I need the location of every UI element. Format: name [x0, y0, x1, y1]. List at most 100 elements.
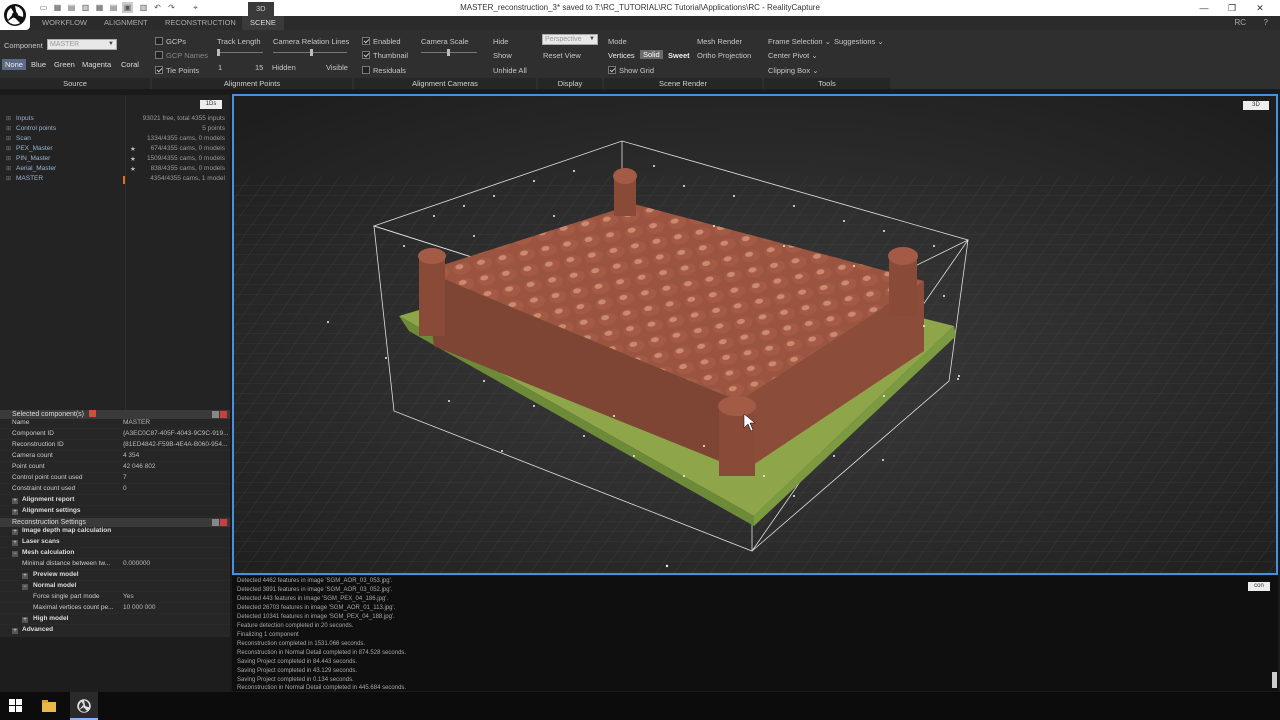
tree-item-pin-master[interactable]: ⊞ PIN_Master ★ 1509/4355 cams, 0 models [0, 155, 230, 165]
enabled-toggle[interactable]: Enabled [362, 37, 401, 46]
track-length-slider[interactable] [217, 49, 263, 56]
vertices-button[interactable]: Vertices [608, 51, 635, 60]
tree-view-badge[interactable]: 1Ds [200, 100, 222, 109]
tab-scene[interactable]: SCENE [242, 16, 284, 30]
tab-reconstruction[interactable]: RECONSTRUCTION [157, 16, 244, 30]
property-row[interactable]: Name MASTER [0, 419, 230, 429]
thumbnail-toggle[interactable]: Thumbnail [362, 51, 408, 60]
close-icon[interactable]: ✕ [1252, 1, 1268, 15]
hide-button[interactable]: Hide [493, 37, 508, 46]
setting-value[interactable]: Yes [123, 593, 228, 600]
camera-relation-slider[interactable] [273, 49, 347, 56]
force-single-part-row[interactable]: Force single part mode Yes [0, 593, 230, 603]
expand-icon[interactable]: + [12, 540, 18, 546]
expand-icon[interactable]: ⊞ [6, 135, 11, 142]
tab-alignment[interactable]: ALIGNMENT [96, 16, 156, 30]
tree-item-master[interactable]: ⊞ MASTER 4354/4355 cams, 1 model [0, 175, 230, 185]
min-distance-row[interactable]: Minimal distance between tw... 0.000000 [0, 560, 230, 570]
color-coral-button[interactable]: Coral [118, 59, 142, 70]
show-button[interactable]: Show [493, 51, 512, 60]
tie-points-checkbox[interactable] [155, 66, 163, 74]
property-row[interactable]: Camera count 4 354 [0, 452, 230, 462]
minimize-icon[interactable]: — [1196, 1, 1212, 15]
expand-icon[interactable]: + [12, 529, 18, 535]
expand-icon[interactable]: + [12, 498, 18, 504]
solid-button[interactable]: Solid [640, 50, 663, 59]
high-model-row[interactable]: + High model [0, 615, 230, 625]
expand-icon[interactable]: ⊞ [6, 155, 11, 162]
alignment-settings-link[interactable]: + Alignment settings [0, 507, 230, 517]
expand-icon[interactable]: ⊞ [6, 175, 11, 182]
property-row[interactable]: Point count 42 046 802 [0, 463, 230, 473]
suggestions-button[interactable]: Suggestions ⌄ [834, 37, 884, 46]
reconstruction-settings-header[interactable]: Reconstruction Settings [0, 518, 230, 527]
center-pivot-button[interactable]: Center Pivot ⌄ [768, 51, 818, 60]
file-explorer-icon[interactable] [41, 698, 57, 714]
expand-icon[interactable]: + [12, 628, 18, 634]
normal-model-row[interactable]: − Normal model [0, 582, 230, 592]
tree-item-pex-master[interactable]: ⊞ PEX_Master ★ 674/4355 cams, 0 models [0, 145, 230, 155]
ortho-projection-button[interactable]: Ortho Projection [697, 51, 751, 60]
help-icon[interactable]: ? [1264, 18, 1268, 27]
expand-icon[interactable]: + [22, 573, 28, 579]
selected-component-header[interactable]: Selected component(s) [0, 410, 230, 419]
collapse-icon[interactable]: − [12, 551, 18, 557]
expand-icon[interactable]: ⊞ [6, 115, 11, 122]
component-select[interactable]: MASTER ▼ [47, 39, 117, 50]
tree-item-scan[interactable]: ⊞ Scan 1334/4355 cams, 0 models [0, 135, 230, 145]
unhide-all-button[interactable]: Unhide All [493, 66, 527, 75]
thumbnail-checkbox[interactable] [362, 51, 370, 59]
expand-icon[interactable]: + [12, 509, 18, 515]
tie-points-toggle[interactable]: Tie Points [155, 66, 199, 75]
tab-workflow[interactable]: WORKFLOW [34, 16, 95, 30]
viewport-mode-badge[interactable]: 3D [1243, 101, 1269, 110]
color-blue-button[interactable]: Blue [28, 59, 49, 70]
residuals-checkbox[interactable] [362, 66, 370, 74]
setting-value[interactable]: 10 000 000 [123, 604, 228, 611]
close-panel-icon[interactable] [220, 411, 227, 418]
expand-icon[interactable]: ⊞ [6, 145, 11, 152]
residuals-toggle[interactable]: Residuals [362, 66, 406, 75]
projection-select[interactable]: Perspective ▼ [542, 34, 598, 45]
property-row[interactable]: Reconstruction ID {81ED4842-F59B-4E4A-B06… [0, 441, 230, 451]
dock-icon[interactable] [212, 519, 219, 526]
app-logo[interactable] [0, 0, 30, 30]
gcp-names-checkbox[interactable] [155, 51, 163, 59]
realitycapture-taskbar-button[interactable] [70, 692, 98, 720]
property-row[interactable]: Constraint count used 0 [0, 485, 230, 495]
camera-scale-knob[interactable] [447, 49, 450, 56]
show-grid-checkbox[interactable] [608, 66, 616, 74]
dock-icon[interactable] [212, 411, 219, 418]
gcps-toggle[interactable]: GCPs [155, 37, 186, 46]
enabled-checkbox[interactable] [362, 37, 370, 45]
windows-start-icon[interactable] [8, 698, 24, 714]
property-row[interactable]: Control point count used 7 [0, 474, 230, 484]
sweet-button[interactable]: Sweet [668, 51, 690, 60]
property-row[interactable]: Component ID {A3EC0C87-405F-4043-9C9C-919… [0, 430, 230, 440]
3d-viewport[interactable] [232, 94, 1278, 575]
camera-scale-slider[interactable] [421, 49, 477, 56]
frame-selection-button[interactable]: Frame Selection ⌄ [768, 37, 831, 46]
log-scrollbar[interactable] [1272, 672, 1277, 688]
expand-icon[interactable]: ⊞ [6, 125, 11, 132]
alignment-report-link[interactable]: + Alignment report [0, 496, 230, 506]
show-grid-toggle[interactable]: Show Grid [608, 66, 654, 75]
gcps-checkbox[interactable] [155, 37, 163, 45]
track-length-knob[interactable] [217, 49, 220, 56]
console-badge[interactable]: con [1248, 582, 1270, 591]
image-depth-map-row[interactable]: + Image depth map calculation [0, 527, 230, 537]
tree-item-aerial-master[interactable]: ⊞ Aerial_Master ★ 838/4355 cams, 0 models [0, 165, 230, 175]
close-panel-icon[interactable] [220, 519, 227, 526]
gcp-names-toggle[interactable]: GCP Names [155, 51, 208, 60]
color-magenta-button[interactable]: Magenta [79, 59, 114, 70]
camera-relation-knob[interactable] [310, 49, 313, 56]
restore-icon[interactable]: ❐ [1224, 1, 1240, 15]
setting-value[interactable]: 0.000000 [123, 560, 228, 567]
advanced-row[interactable]: + Advanced [0, 626, 230, 636]
tree-item-control-points[interactable]: ⊞ Control points 5 points [0, 125, 230, 135]
expand-icon[interactable]: ⊞ [6, 165, 11, 172]
preview-model-row[interactable]: + Preview model [0, 571, 230, 581]
color-none-button[interactable]: None [2, 59, 26, 70]
color-green-button[interactable]: Green [51, 59, 78, 70]
3d-scene[interactable] [234, 96, 1276, 573]
